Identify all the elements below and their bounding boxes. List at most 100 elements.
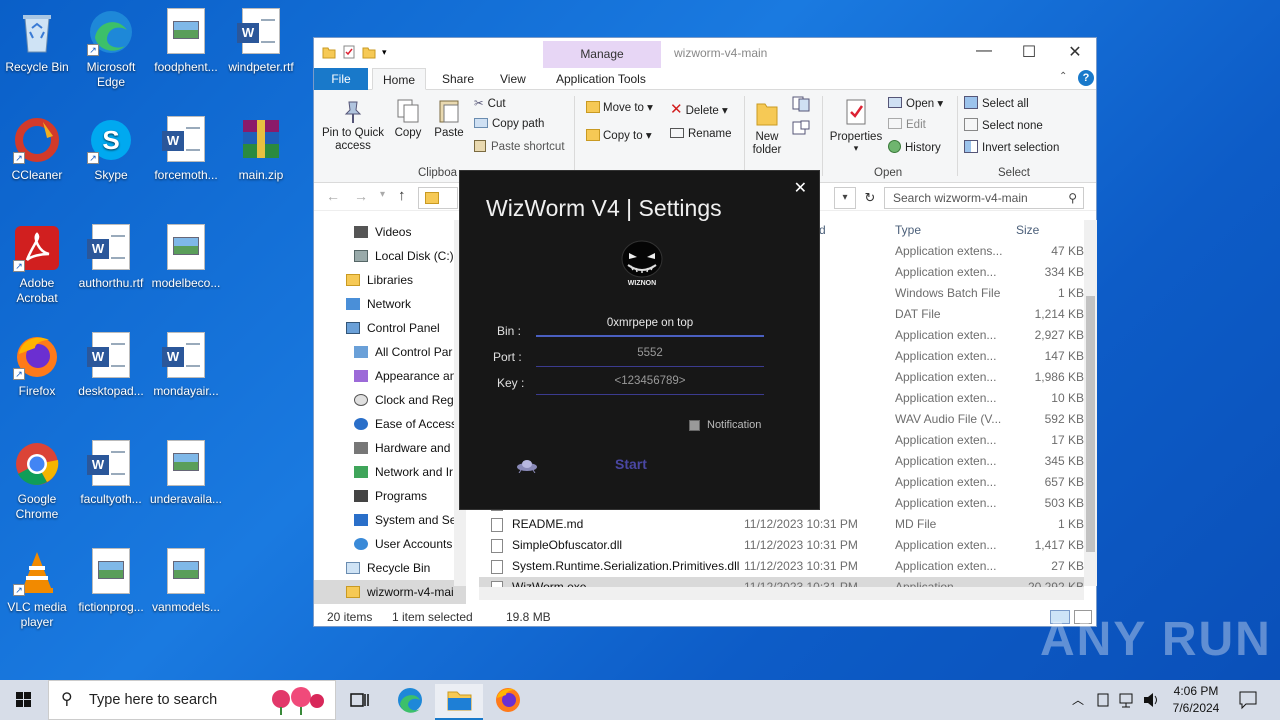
cut-button[interactable]: ✂ Cut (474, 96, 506, 110)
table-row[interactable]: README.md 11/12/2023 10:31 PM MD File 1 KB (479, 514, 1084, 535)
rename-button[interactable]: Rename (670, 128, 731, 140)
nav-item-appearance[interactable]: Appearance an (354, 364, 466, 388)
properties-button[interactable]: Properties ▾ (828, 98, 884, 154)
scrollbar-thumb[interactable] (1086, 296, 1095, 552)
close-button[interactable]: ✕ (1052, 42, 1098, 62)
dialog-close-icon[interactable]: ✕ (794, 178, 807, 198)
desktop-icon-adobe-acrobat[interactable]: ↗ Adobe Acrobat (0, 224, 74, 306)
task-view-icon[interactable] (336, 684, 384, 720)
desktop-icon-underavaila[interactable]: underavaila... (149, 440, 223, 507)
tray-chevron-up-icon[interactable]: ︿ (1072, 680, 1084, 720)
select-all-button[interactable]: Select all (964, 96, 1029, 110)
desktop-icon-modelbeco[interactable]: modelbeco... (149, 224, 223, 291)
nav-item-network[interactable]: Network (346, 292, 411, 316)
address-dropdown-icon[interactable]: ▾ (834, 187, 856, 209)
horizontal-scrollbar[interactable] (479, 587, 1084, 600)
edge-taskbar-icon[interactable] (386, 684, 434, 720)
taskbar-search-input[interactable]: ⚲ Type here to search (48, 680, 336, 720)
minimize-button[interactable]: — (961, 42, 1007, 60)
new-item-icon[interactable] (792, 96, 814, 115)
desktop-icon-fictionprog[interactable]: fictionprog... (74, 548, 148, 615)
desktop-icon-vanmodels[interactable]: vanmodels... (149, 548, 223, 615)
chevron-up-icon[interactable]: ⌃ (1059, 71, 1067, 82)
tab-manage[interactable]: Manage (543, 41, 661, 68)
table-row[interactable]: SimpleObfuscator.dll 11/12/2023 10:31 PM A… (479, 535, 1084, 556)
nav-item-control-panel[interactable]: Control Panel (346, 316, 440, 340)
nav-item-ease-of-access[interactable]: Ease of Access (354, 412, 466, 436)
nav-item-system-security[interactable]: System and Se (354, 508, 466, 532)
nav-item-all-control-panel[interactable]: All Control Par (354, 340, 466, 364)
start-button-windows[interactable] (0, 680, 48, 720)
column-header-date[interactable]: d (819, 223, 826, 237)
desktop-icon-skype[interactable]: S ↗ Skype (74, 116, 148, 183)
tab-file[interactable]: File (314, 68, 368, 90)
tab-application-tools[interactable]: Application Tools (546, 68, 656, 90)
invert-selection-button[interactable]: Invert selection (964, 140, 1059, 154)
desktop-icon-facultyoth[interactable]: W facultyoth... (74, 440, 148, 507)
nav-item-videos[interactable]: Videos (354, 220, 411, 244)
recent-chevron-icon[interactable]: ▾ (380, 189, 385, 200)
column-header-size[interactable]: Size (1016, 223, 1039, 237)
nav-item-clock-region[interactable]: Clock and Regi (354, 388, 466, 412)
notification-center-icon[interactable] (1238, 680, 1258, 720)
new-folder-button[interactable]: New folder (748, 98, 786, 157)
network-tray-icon[interactable] (1118, 680, 1136, 720)
nav-item-recycle-bin[interactable]: Recycle Bin (346, 556, 430, 580)
desktop-icon-forcemoth[interactable]: W forcemoth... (149, 116, 223, 183)
delete-button[interactable]: ✕ Delete ▾ (670, 100, 728, 118)
desktop-icon-foodphent[interactable]: foodphent... (149, 8, 223, 75)
vertical-scrollbar[interactable] (1084, 220, 1097, 586)
table-row[interactable]: System.Runtime.Serialization.Primitives.… (479, 556, 1084, 577)
refresh-icon[interactable]: ↻ (860, 187, 880, 209)
easy-access-icon[interactable] (792, 120, 814, 139)
column-header-type[interactable]: Type (895, 223, 921, 237)
paste-button[interactable]: Paste (432, 98, 466, 139)
tab-share[interactable]: Share (432, 68, 484, 90)
back-arrow-icon[interactable]: ← (326, 188, 340, 204)
firefox-taskbar-icon[interactable] (484, 684, 532, 720)
desktop-icon-edge[interactable]: ↗ Microsoft Edge (74, 8, 148, 90)
nav-item-wizworm-folder[interactable]: wizworm-v4-mai (314, 580, 466, 604)
desktop-icon-authorthu[interactable]: W authorthu.rtf (74, 224, 148, 291)
open-button[interactable]: Open ▾ (888, 96, 943, 110)
nav-item-user-accounts[interactable]: User Accounts (354, 532, 466, 556)
tab-view[interactable]: View (490, 68, 536, 90)
maximize-button[interactable]: ☐ (1006, 42, 1052, 62)
port-input[interactable]: 5552 (536, 347, 764, 367)
move-to-button[interactable]: Move to ▾ (586, 100, 653, 114)
desktop-icon-desktopad[interactable]: W desktopad... (74, 332, 148, 399)
edit-button[interactable]: Edit (888, 118, 926, 131)
nav-item-libraries[interactable]: Libraries (346, 268, 413, 292)
history-button[interactable]: History (888, 140, 941, 154)
nav-item-network-internet[interactable]: Network and Ir (354, 460, 466, 484)
copy-button[interactable]: Copy (392, 98, 424, 139)
tab-home[interactable]: Home (372, 68, 427, 90)
new-folder-icon[interactable] (362, 45, 376, 59)
start-button[interactable]: Start (615, 456, 647, 472)
desktop-icon-firefox[interactable]: ↗ Firefox (0, 332, 74, 399)
search-input[interactable]: Search wizworm-v4-main ⚲ (884, 187, 1084, 209)
up-arrow-icon[interactable]: ↑ (398, 187, 406, 204)
desktop-icon-ccleaner[interactable]: ↗ CCleaner (0, 116, 74, 183)
file-explorer-taskbar-icon[interactable] (435, 684, 483, 720)
folder-icon[interactable] (322, 45, 336, 59)
taskbar-clock[interactable]: 4:06 PM 7/6/2024 (1166, 683, 1226, 717)
desktop-icon-mondayair[interactable]: W mondayair... (149, 332, 223, 399)
select-none-button[interactable]: Select none (964, 118, 1043, 132)
desktop-icon-main-zip[interactable]: main.zip (224, 116, 298, 183)
bin-input[interactable]: 0xmrpepe on top (536, 317, 764, 337)
paste-shortcut-button[interactable]: Paste shortcut (474, 140, 565, 153)
desktop-icon-windpeter[interactable]: W windpeter.rtf (224, 8, 298, 75)
forward-arrow-icon[interactable]: → (354, 188, 368, 204)
tray-device-icon[interactable] (1096, 680, 1110, 720)
copy-path-button[interactable]: Copy path (474, 118, 544, 130)
notification-checkbox[interactable] (689, 420, 700, 431)
volume-icon[interactable] (1142, 680, 1160, 720)
ufo-icon[interactable] (516, 457, 538, 476)
nav-item-local-disk[interactable]: Local Disk (C:) (354, 244, 454, 268)
chevron-down-icon[interactable]: ▾ (382, 45, 392, 59)
address-box[interactable] (418, 187, 458, 209)
desktop-icon-vlc[interactable]: ↗ VLC media player (0, 548, 74, 630)
key-input[interactable]: <123456789> (536, 375, 764, 395)
help-icon[interactable]: ? (1078, 70, 1094, 86)
